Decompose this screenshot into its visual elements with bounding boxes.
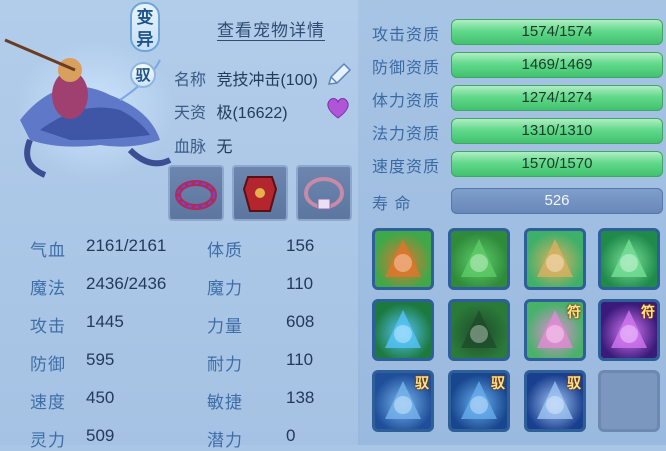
stat-label: 攻击 xyxy=(30,317,66,336)
stat-value: 1445 xyxy=(86,312,124,331)
stat-value: 110 xyxy=(286,274,314,293)
life-bar: 526 xyxy=(451,188,663,214)
stat-value: 156 xyxy=(286,236,315,255)
bloodline-label: 血脉 xyxy=(174,139,207,156)
aptitude-value: 1469/1469 xyxy=(521,56,593,73)
aptitude-value: 1274/1274 xyxy=(521,89,593,106)
shield-icon[interactable]: 驭 xyxy=(372,370,434,432)
name-label: 名称 xyxy=(174,72,207,89)
flame-sword-icon[interactable] xyxy=(372,228,434,290)
skill-glyph xyxy=(461,310,497,348)
life-value: 526 xyxy=(544,192,570,209)
blue-flame-icon[interactable] xyxy=(372,299,434,361)
aptitude-bar: 1469/1469 xyxy=(451,52,663,78)
skill-slot-empty[interactable] xyxy=(598,370,660,432)
life-label: 寿 命 xyxy=(372,196,412,213)
stat-label: 魔法 xyxy=(30,279,66,298)
stat-label: 灵力 xyxy=(30,431,66,450)
stat-value: 138 xyxy=(286,388,315,407)
skill-glyph xyxy=(537,239,573,277)
aptitude-label: 法力资质 xyxy=(372,126,441,143)
skill-glyph xyxy=(611,239,647,277)
skill-tag-badge: 驭 xyxy=(567,375,581,391)
aptitude-bar: 1574/1574 xyxy=(451,19,663,45)
blue-wave-icon[interactable]: 驭 xyxy=(448,370,510,432)
giant-icon[interactable] xyxy=(448,299,510,361)
bloodline-value: 无 xyxy=(216,139,233,156)
stat-value: 2436/2436 xyxy=(86,274,167,293)
aptitude-bar: 1274/1274 xyxy=(451,85,663,111)
skill-glyph xyxy=(385,310,421,348)
purple-burst-icon[interactable]: 符 xyxy=(598,299,660,361)
necklace-icon xyxy=(175,180,217,210)
aptitude-bar: 1310/1310 xyxy=(451,118,663,144)
aptitude-value: 1310/1310 xyxy=(521,122,593,139)
skill-tag-badge: 驭 xyxy=(491,375,505,391)
stat-label: 气血 xyxy=(30,241,66,260)
stat-label: 耐力 xyxy=(207,355,243,374)
stat-value: 509 xyxy=(86,426,115,445)
aptitude-label: 防御资质 xyxy=(372,60,441,77)
aptitude-label: 速度资质 xyxy=(372,159,441,176)
aptitude-value: 1570/1570 xyxy=(521,155,593,172)
stat-label: 力量 xyxy=(207,317,243,336)
bloodline-row: 血脉 无 xyxy=(174,133,232,157)
mutant-badge: 变异 xyxy=(130,2,160,52)
green-slash-icon[interactable] xyxy=(598,228,660,290)
boot-icon[interactable] xyxy=(524,228,586,290)
skill-tag-badge: 驭 xyxy=(415,375,429,391)
aptitude-label: 体力资质 xyxy=(372,93,441,110)
heart-icon[interactable] xyxy=(325,96,351,120)
skill-glyph xyxy=(461,239,497,277)
ride-badge: 驭 xyxy=(130,62,156,88)
name-row: 名称 竞技冲击(100) xyxy=(174,66,318,90)
armor-icon xyxy=(242,176,278,212)
warrior-icon[interactable] xyxy=(448,228,510,290)
stat-label: 潜力 xyxy=(207,431,243,450)
stat-value: 2161/2161 xyxy=(86,236,167,255)
stat-label: 敏捷 xyxy=(207,393,243,412)
equip-slot-2[interactable] xyxy=(232,165,288,221)
aptitude-bar: 1570/1570 xyxy=(451,151,663,177)
stat-value: 0 xyxy=(286,426,296,445)
aptitude-label: 攻击资质 xyxy=(372,27,441,44)
stat-value: 608 xyxy=(286,312,315,331)
stat-label: 速度 xyxy=(30,393,66,412)
stat-value: 450 xyxy=(86,388,115,407)
edit-icon[interactable] xyxy=(325,62,353,88)
skill-tag-badge: 符 xyxy=(641,304,655,320)
talent-value: 极(16622) xyxy=(216,105,288,122)
stat-label: 体质 xyxy=(207,241,243,260)
pendant-icon xyxy=(304,177,344,210)
stat-value: 595 xyxy=(86,350,115,369)
talent-label: 天资 xyxy=(174,105,207,122)
equip-slot-1[interactable] xyxy=(168,165,224,221)
talent-row: 天资 极(16622) xyxy=(174,99,288,123)
pet-detail-link[interactable]: 查看宠物详情 xyxy=(217,16,325,41)
stat-label: 防御 xyxy=(30,355,66,374)
name-value: 竞技冲击(100) xyxy=(216,72,318,89)
stat-label: 魔力 xyxy=(207,279,243,298)
heart-rune-icon[interactable]: 符 xyxy=(524,299,586,361)
equip-slot-3[interactable] xyxy=(296,165,352,221)
aptitude-value: 1574/1574 xyxy=(521,23,593,40)
stat-value: 110 xyxy=(286,350,314,369)
ice-crystal-icon[interactable]: 驭 xyxy=(524,370,586,432)
skill-glyph xyxy=(385,239,421,277)
skill-tag-badge: 符 xyxy=(567,304,581,320)
